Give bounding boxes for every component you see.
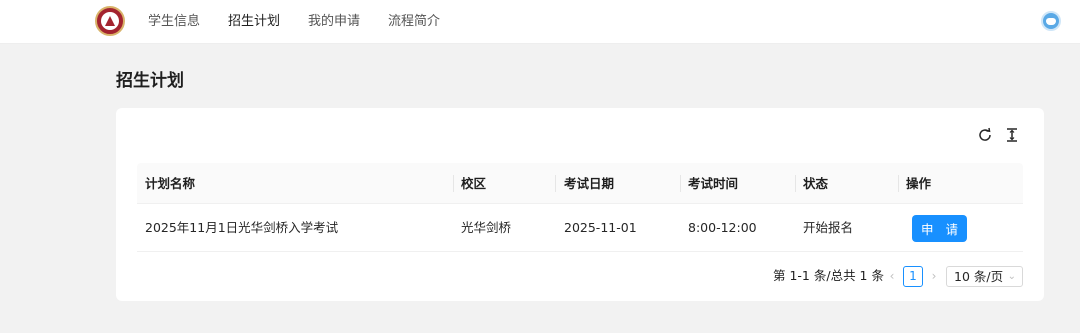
column-divider bbox=[680, 175, 681, 192]
top-navigation-bar: 学生信息 招生计划 我的申请 流程简介 bbox=[0, 0, 1080, 44]
main-nav: 学生信息 招生计划 我的申请 流程简介 bbox=[148, 0, 468, 44]
plan-name-cell: 2025年11月1日光华剑桥入学考试 bbox=[145, 220, 339, 235]
table-row: 2025年11月1日光华剑桥入学考试 光华剑桥 2025-11-01 8:00-… bbox=[137, 204, 1023, 252]
nav-item-process-intro[interactable]: 流程简介 bbox=[388, 0, 440, 44]
density-icon[interactable] bbox=[1004, 127, 1020, 143]
pagination-total: 第 1-1 条/总共 1 条 bbox=[773, 268, 884, 283]
pagination-current-page[interactable]: 1 bbox=[903, 266, 923, 287]
nav-item-admission-plan[interactable]: 招生计划 bbox=[228, 0, 280, 44]
column-header-campus[interactable]: 校区 bbox=[461, 163, 486, 204]
refresh-icon[interactable] bbox=[977, 127, 993, 143]
page-size-select[interactable]: 10 条/页 ⌄ bbox=[946, 266, 1023, 287]
column-header-exam-time[interactable]: 考试时间 bbox=[688, 163, 738, 204]
status-cell: 开始报名 bbox=[803, 220, 854, 235]
nav-item-my-applications[interactable]: 我的申请 bbox=[308, 0, 360, 44]
column-header-action: 操作 bbox=[906, 176, 932, 191]
exam-time-cell: 8:00-12:00 bbox=[688, 220, 757, 235]
chevron-left-icon[interactable]: ‹ bbox=[884, 268, 900, 284]
admission-plan-table: 计划名称 校区 考试日期 考试时间 状态 操作 2025年11月1日光华剑桥入学… bbox=[137, 163, 1023, 252]
school-logo[interactable] bbox=[95, 6, 125, 36]
column-divider bbox=[898, 175, 899, 192]
column-header-plan-name[interactable]: 计划名称 bbox=[145, 163, 195, 204]
chevron-down-icon: ⌄ bbox=[1007, 271, 1016, 282]
column-divider bbox=[795, 175, 796, 192]
admission-plan-card: 计划名称 校区 考试日期 考试时间 状态 操作 2025年11月1日光华剑桥入学… bbox=[116, 108, 1044, 301]
column-divider bbox=[453, 175, 454, 192]
apply-button[interactable]: 申 请 bbox=[912, 215, 967, 242]
chevron-right-icon[interactable]: › bbox=[926, 268, 942, 284]
campus-cell: 光华剑桥 bbox=[461, 220, 512, 235]
user-avatar-icon[interactable] bbox=[1041, 11, 1061, 31]
page-size-value: 10 条/页 bbox=[954, 269, 1004, 284]
column-header-status[interactable]: 状态 bbox=[803, 163, 828, 204]
nav-item-student-info[interactable]: 学生信息 bbox=[148, 0, 200, 44]
page-title: 招生计划 bbox=[116, 71, 184, 91]
column-divider bbox=[555, 175, 556, 192]
column-header-exam-date[interactable]: 考试日期 bbox=[564, 163, 614, 204]
table-header: 计划名称 校区 考试日期 考试时间 状态 操作 bbox=[137, 163, 1023, 204]
exam-date-cell: 2025-11-01 bbox=[564, 220, 637, 235]
